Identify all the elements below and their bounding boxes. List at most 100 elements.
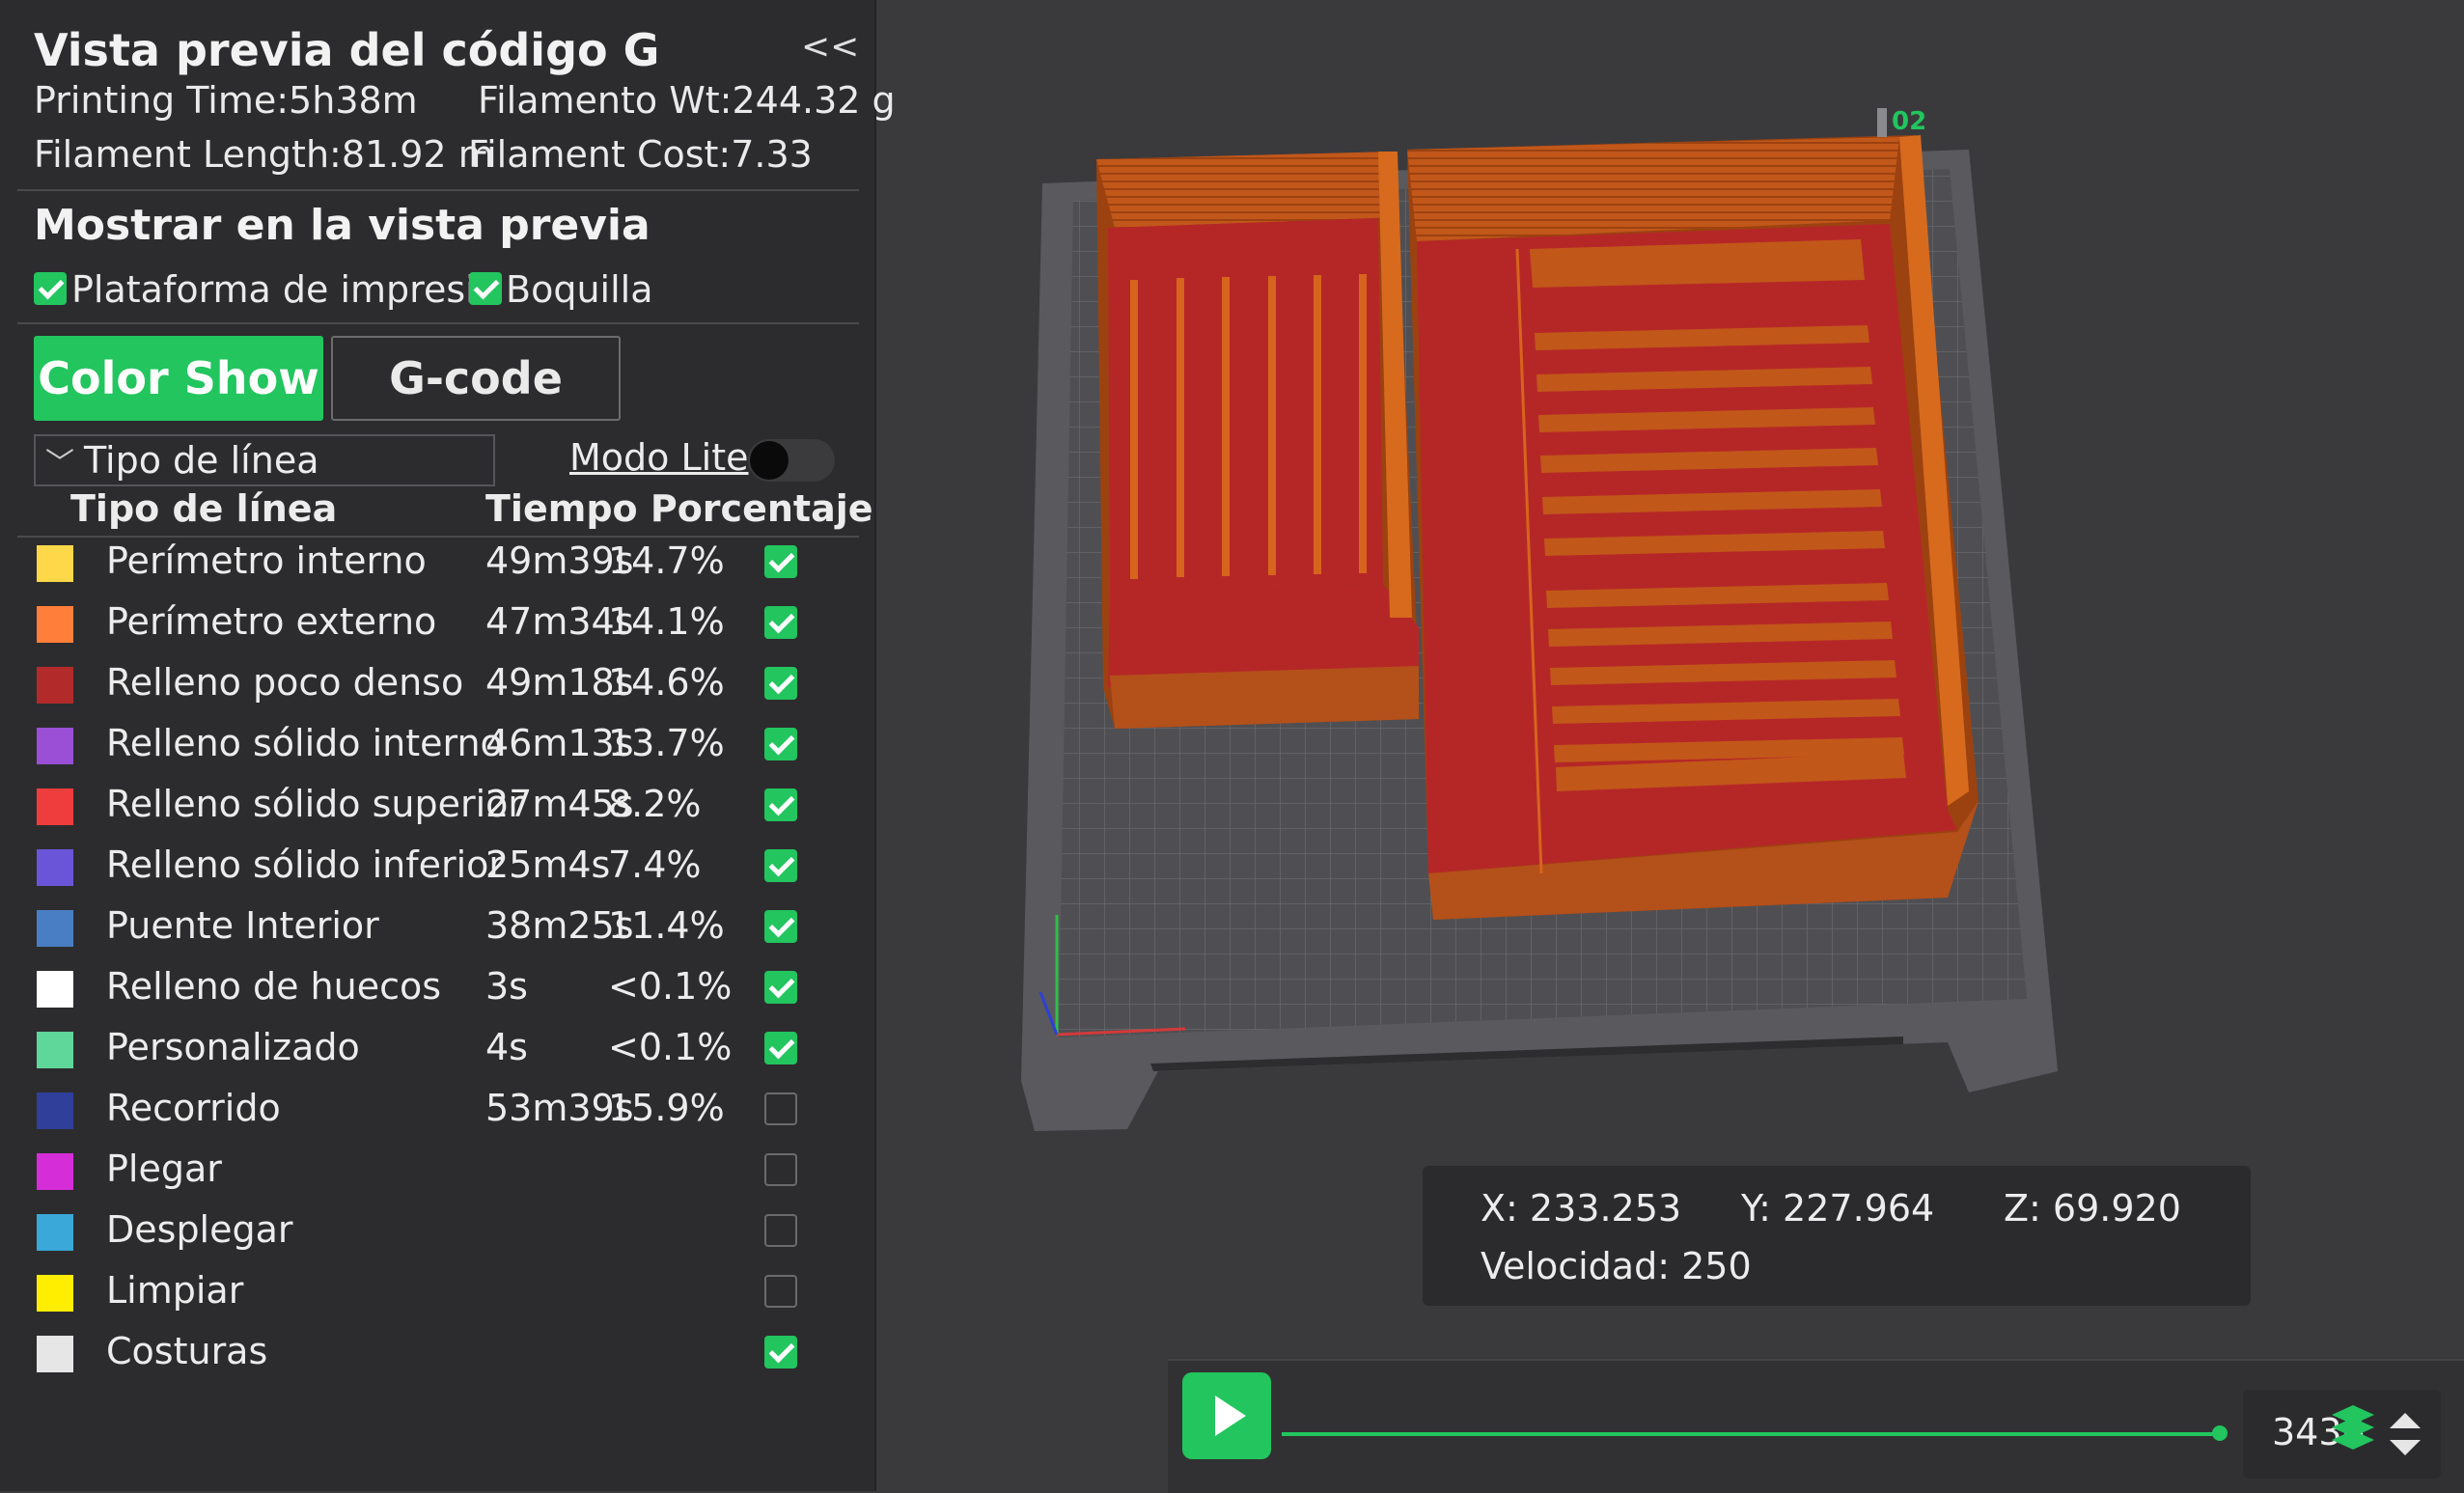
color-swatch	[37, 971, 73, 1008]
printing-time: Printing Time:5h38m	[34, 79, 418, 122]
model-part-right	[1407, 135, 1979, 920]
line-type-label: Recorrido	[106, 1087, 281, 1129]
line-type-label: Relleno poco denso	[106, 661, 464, 704]
line-type-time: 3s	[485, 965, 528, 1008]
legend-row: Desplegar	[0, 1203, 874, 1263]
line-type-visibility-checkbox[interactable]	[764, 1214, 797, 1247]
line-type-percent: 13.7%	[608, 722, 725, 764]
line-type-visibility-checkbox[interactable]	[764, 667, 797, 700]
build-plate-checkbox[interactable]	[34, 272, 67, 305]
line-type-percent: 14.6%	[608, 661, 725, 704]
color-swatch	[37, 788, 73, 825]
line-type-label: Relleno de huecos	[106, 965, 442, 1008]
line-type-percent: <0.1%	[608, 1026, 733, 1068]
filament-weight: Filamento Wt:244.32 g	[478, 79, 896, 122]
coordinates-box: X: 233.253 Y: 227.964 Z: 69.920 Velocida…	[1423, 1166, 2251, 1306]
z-coordinate: Z: 69.920	[2004, 1187, 2181, 1230]
line-type-percent: 7.4%	[608, 843, 702, 886]
color-swatch	[37, 728, 73, 764]
playback-bar: 3436	[1168, 1359, 2464, 1493]
legend-row: Plegar	[0, 1142, 874, 1203]
color-swatch	[37, 545, 73, 582]
color-swatch	[37, 849, 73, 886]
legend-row: Relleno sólido interno 46m13s 13.7%	[0, 716, 874, 777]
line-type-visibility-checkbox[interactable]	[764, 606, 797, 639]
gcode-button[interactable]: G-code	[331, 336, 621, 421]
line-type-visibility-checkbox[interactable]	[764, 728, 797, 760]
divider	[17, 322, 859, 324]
line-type-percent: 11.4%	[608, 904, 725, 947]
line-type-percent: 8.2%	[608, 783, 702, 825]
color-swatch	[37, 1153, 73, 1190]
line-type-label: Perímetro interno	[106, 539, 427, 582]
legend-row: Recorrido 53m39s 15.9%	[0, 1081, 874, 1142]
layers-icon[interactable]	[2326, 1401, 2380, 1455]
chevron-down-icon: ﹀	[45, 447, 74, 481]
line-type-visibility-checkbox[interactable]	[764, 788, 797, 821]
y-coordinate: Y: 227.964	[1741, 1187, 1935, 1230]
line-type-visibility-checkbox[interactable]	[764, 1153, 797, 1186]
filament-length: Filament Length:81.92 m	[34, 133, 494, 176]
legend-row: Relleno de huecos 3s <0.1%	[0, 959, 874, 1020]
color-swatch	[37, 606, 73, 643]
line-type-visibility-checkbox[interactable]	[764, 1032, 797, 1064]
move-slider-track[interactable]	[1282, 1432, 2220, 1436]
color-swatch	[37, 1275, 73, 1312]
color-swatch	[37, 1336, 73, 1372]
plate-number-label: 02	[1892, 107, 1926, 136]
view-type-dropdown[interactable]: ﹀ Tipo de línea	[34, 434, 495, 486]
line-type-label: Limpiar	[106, 1269, 244, 1312]
line-type-time: 4s	[485, 1026, 528, 1068]
line-type-visibility-checkbox[interactable]	[764, 910, 797, 943]
line-type-visibility-checkbox[interactable]	[764, 1275, 797, 1308]
color-swatch	[37, 667, 73, 704]
nozzle-label: Boquilla	[506, 268, 653, 311]
line-type-visibility-checkbox[interactable]	[764, 971, 797, 1004]
color-show-button[interactable]: Color Show	[34, 336, 323, 421]
collapse-button[interactable]: <<	[801, 27, 859, 67]
legend-row: Relleno poco denso 49m18s 14.6%	[0, 655, 874, 716]
color-swatch	[37, 910, 73, 947]
line-type-visibility-checkbox[interactable]	[764, 849, 797, 882]
lite-mode-toggle[interactable]	[748, 439, 835, 482]
line-type-visibility-checkbox[interactable]	[764, 1092, 797, 1125]
view-type-value: Tipo de línea	[84, 439, 319, 482]
legend-row: Relleno sólido inferior 25m4s 7.4%	[0, 838, 874, 899]
legend-row: Perímetro interno 49m39s 14.7%	[0, 534, 874, 594]
speed-readout: Velocidad: 250	[1481, 1245, 1752, 1287]
line-type-label: Personalizado	[106, 1026, 360, 1068]
line-type-percent: 14.1%	[608, 600, 725, 643]
line-type-percent: 14.7%	[608, 539, 725, 582]
divider	[17, 189, 859, 191]
lite-mode-label: Modo Lite	[569, 436, 749, 479]
panel-title: Vista previa del código G	[34, 24, 660, 76]
color-swatch	[37, 1032, 73, 1068]
legend-row: Costuras	[0, 1324, 874, 1385]
gcode-preview-panel: Vista previa del código G << Printing Ti…	[0, 0, 896, 1491]
x-coordinate: X: 233.253	[1481, 1187, 1682, 1230]
move-slider-handle[interactable]	[2212, 1425, 2228, 1441]
build-plate-label: Plataforma de impresió	[71, 268, 498, 311]
line-type-percent: <0.1%	[608, 965, 733, 1008]
stepper-arrows-icon[interactable]	[2386, 1407, 2424, 1461]
color-swatch	[37, 1214, 73, 1251]
line-type-label: Plegar	[106, 1147, 222, 1190]
show-in-preview-title: Mostrar en la vista previa	[34, 201, 651, 250]
line-type-time: 25m4s	[485, 843, 611, 886]
line-type-visibility-checkbox[interactable]	[764, 1336, 797, 1369]
line-type-label: Relleno sólido superior	[106, 783, 524, 825]
play-button[interactable]	[1182, 1372, 1271, 1459]
3d-viewport[interactable]: 02	[876, 0, 2464, 1351]
filament-cost: Filament Cost:7.33	[468, 133, 813, 176]
column-header-type: Tipo de línea	[70, 487, 338, 530]
column-header-time-percent: Tiempo Porcentaje	[485, 487, 873, 530]
nozzle-checkbox[interactable]	[469, 272, 502, 305]
line-type-label: Puente Interior	[106, 904, 379, 947]
line-type-label: Desplegar	[106, 1208, 293, 1251]
line-type-visibility-checkbox[interactable]	[764, 545, 797, 578]
nozzle-marker	[1877, 108, 1887, 137]
line-type-label: Perímetro externo	[106, 600, 437, 643]
legend-row: Relleno sólido superior 27m45s 8.2%	[0, 777, 874, 838]
model-part-left	[1096, 152, 1419, 729]
line-type-label: Costuras	[106, 1330, 268, 1372]
